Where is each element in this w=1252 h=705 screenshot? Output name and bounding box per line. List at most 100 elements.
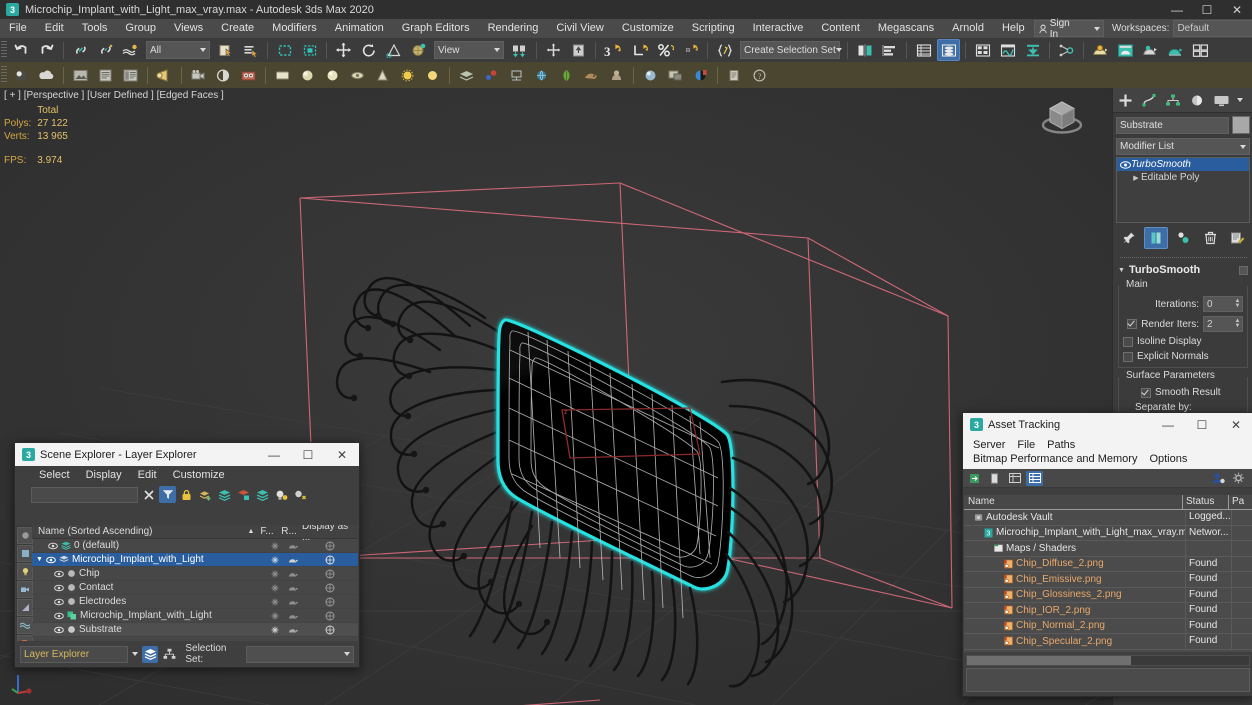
table-row[interactable]: Chip_Emissive.png Found (964, 572, 1252, 588)
bake-to-texture-button[interactable] (237, 64, 260, 86)
rail-spacewarp-toggle[interactable] (17, 617, 33, 634)
cell-display-as[interactable] (302, 611, 358, 621)
render-presets-button[interactable] (119, 64, 142, 86)
select-by-name-button[interactable] (239, 39, 262, 61)
rendered-frame-button[interactable] (69, 64, 92, 86)
spinner-arrows-icon[interactable]: ▲▼ (1233, 298, 1242, 310)
environment-button[interactable] (35, 64, 58, 86)
viewport-label[interactable]: [ + ] [Perspective ] [User Defined ] [Ed… (4, 90, 224, 101)
render-frame-window-button[interactable] (1139, 39, 1162, 61)
percent-snap-toggle-button[interactable] (654, 39, 677, 61)
eye-icon[interactable] (46, 556, 56, 564)
freeze-unfreeze-button[interactable] (292, 486, 309, 503)
cell-frozen[interactable] (266, 570, 284, 578)
exposure-control-button[interactable] (212, 64, 235, 86)
tab-modify[interactable] (1137, 89, 1161, 111)
table-row[interactable]: Chip_Specular_2.png Found (964, 634, 1252, 650)
toolbar-grip[interactable] (1, 66, 7, 84)
cell-render[interactable] (284, 598, 302, 606)
chevron-down-icon[interactable] (1094, 27, 1100, 31)
render-iters-spinner[interactable]: 2 ▲▼ (1203, 316, 1243, 332)
cell-display-as[interactable] (302, 625, 358, 635)
cell-display-as[interactable] (302, 597, 358, 607)
menu-civil-view[interactable]: Civil View (547, 19, 612, 38)
eye-icon[interactable] (54, 626, 64, 634)
rail-camera-toggle[interactable] (17, 581, 33, 598)
object-name-field[interactable]: Substrate (1116, 117, 1229, 134)
isoline-display-checkbox[interactable] (1123, 337, 1133, 347)
asset-tracking-horizontal-scrollbar[interactable] (966, 655, 1250, 666)
eye-icon[interactable] (48, 542, 58, 550)
table-row[interactable]: Autodesk Vault Logged... (964, 510, 1252, 526)
cell-frozen[interactable] (266, 556, 284, 564)
table-row[interactable]: 0 (default) (32, 539, 358, 553)
rollout-header[interactable]: ▼ TurboSmooth (1116, 263, 1250, 277)
chevron-down-icon[interactable] (1237, 98, 1243, 102)
eye-icon[interactable] (1119, 161, 1131, 169)
workspace-select[interactable]: Default (1173, 20, 1252, 37)
vault-settings-button[interactable] (1230, 471, 1247, 486)
sun-light-button[interactable] (396, 64, 419, 86)
menu-megascans[interactable]: Megascans (869, 19, 943, 38)
render-production-button[interactable] (1164, 39, 1187, 61)
refresh-assets-button[interactable] (966, 471, 983, 486)
explicit-normals-checkbox[interactable] (1123, 352, 1133, 362)
object-color-swatch[interactable] (1232, 116, 1250, 134)
asset-tracking-minimize-button[interactable]: — (1151, 413, 1185, 436)
cell-render[interactable] (284, 556, 302, 564)
cell-render[interactable] (284, 612, 302, 620)
vault-login-button[interactable] (1210, 471, 1227, 486)
camera-button[interactable] (187, 64, 210, 86)
toggle-ribbon-button[interactable] (971, 39, 994, 61)
scene-explorer-maximize-button[interactable]: ☐ (291, 443, 325, 466)
list-view-button[interactable] (1006, 471, 1023, 486)
select-layer-objects-button[interactable] (235, 486, 252, 503)
maximize-button[interactable]: ☐ (1192, 0, 1222, 19)
cell-display-as[interactable] (302, 569, 358, 579)
eye-icon[interactable] (54, 598, 64, 606)
selection-set-dropdown[interactable] (246, 646, 354, 663)
toolbar-grip[interactable] (1, 41, 7, 59)
menu-modifiers[interactable]: Modifiers (263, 19, 326, 38)
explicit-normals-row[interactable]: Explicit Normals (1123, 351, 1243, 362)
smooth-result-checkbox[interactable] (1141, 388, 1151, 398)
add-layer-button[interactable] (197, 486, 214, 503)
keyboard-shortcut-override-button[interactable] (567, 39, 590, 61)
menu-graph-editors[interactable]: Graph Editors (393, 19, 479, 38)
configure-modifier-sets-button[interactable] (1225, 227, 1249, 249)
at-menu-server[interactable]: Server (967, 438, 1011, 452)
menu-group[interactable]: Group (116, 19, 165, 38)
scene-converter-button[interactable] (10, 64, 33, 86)
cell-render[interactable] (284, 542, 302, 550)
scene-explorer-minimize-button[interactable]: — (257, 443, 291, 466)
select-and-link-button[interactable] (69, 39, 92, 61)
pin-stack-button[interactable] (1117, 227, 1141, 249)
render-message-window-button[interactable] (94, 64, 117, 86)
sky-light-button[interactable] (421, 64, 444, 86)
minimize-button[interactable]: — (1162, 0, 1192, 19)
table-row[interactable]: Electrodes (32, 595, 358, 609)
table-row[interactable]: ▼ Microchip_Implant_with_Light (32, 553, 358, 567)
view-cube[interactable] (1036, 92, 1088, 142)
chevron-down-icon[interactable] (836, 48, 842, 52)
eye-icon[interactable] (54, 570, 64, 578)
table-row[interactable]: Chip_Diffuse_2.png Found (964, 557, 1252, 573)
unlink-selection-button[interactable] (94, 39, 117, 61)
layer-view-button[interactable] (142, 646, 158, 663)
select-and-scale-button[interactable] (382, 39, 405, 61)
chevron-down-icon[interactable] (1240, 145, 1246, 149)
remove-modifier-button[interactable] (1198, 227, 1222, 249)
explorer-mode-dropdown[interactable]: Layer Explorer (20, 646, 128, 663)
chevron-right-icon[interactable]: ▶ (1131, 174, 1141, 182)
asset-tracking-window[interactable]: 3 Asset Tracking — ☐ ✕ Server File Paths… (962, 412, 1252, 697)
glossy-material-button[interactable] (321, 64, 344, 86)
menu-tools[interactable]: Tools (73, 19, 117, 38)
vray-toolbar-doc-button[interactable] (723, 64, 746, 86)
cell-render[interactable] (284, 626, 302, 634)
render-setup-button[interactable] (1114, 39, 1137, 61)
menu-help[interactable]: Help (993, 19, 1034, 38)
chevron-down-icon[interactable] (344, 652, 350, 656)
cell-frozen[interactable] (266, 626, 284, 634)
menu-views[interactable]: Views (165, 19, 212, 38)
isoline-display-row[interactable]: Isoline Display (1123, 336, 1243, 347)
